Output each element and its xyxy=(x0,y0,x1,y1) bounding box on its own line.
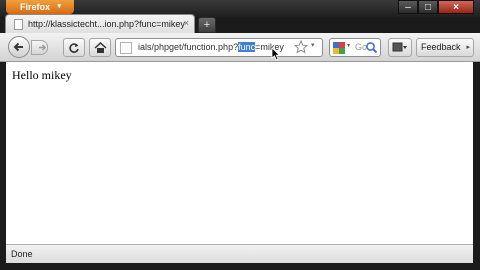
forward-button[interactable] xyxy=(31,40,48,55)
reload-icon xyxy=(69,42,79,53)
window-frame-right xyxy=(473,62,480,270)
url-prefix: ials/phpget/function.php? xyxy=(138,42,239,52)
reload-button[interactable] xyxy=(63,38,85,57)
firefox-menu-button[interactable]: Firefox ▾ xyxy=(6,0,74,14)
search-engine-dropdown-icon[interactable]: ▾ xyxy=(347,42,350,49)
close-window-button[interactable]: × xyxy=(438,0,474,14)
home-icon xyxy=(93,41,107,53)
back-arrow-icon xyxy=(13,42,23,52)
search-bar[interactable]: ▾ Go xyxy=(329,38,381,57)
page-content: Hello mikey xyxy=(6,62,473,244)
addon-icon xyxy=(392,42,407,52)
status-text: Done xyxy=(11,249,33,259)
mouse-cursor-icon xyxy=(271,47,281,61)
url-text: ials/phpget/function.php?func=mikey xyxy=(138,42,284,52)
tab-title: http://klassictecht...ion.php?func=mikey xyxy=(28,19,185,29)
page-favicon-icon xyxy=(14,19,23,30)
home-button[interactable] xyxy=(89,38,111,57)
search-icon[interactable] xyxy=(365,41,378,54)
feedback-label: Feedback xyxy=(421,42,461,52)
google-icon[interactable] xyxy=(333,42,345,54)
browser-window: Firefox ▾ – □ × http://klassictecht...io… xyxy=(0,0,480,270)
firefox-menu-label: Firefox xyxy=(20,2,51,12)
new-tab-button[interactable]: + xyxy=(198,17,216,33)
chevron-down-icon: ▾ xyxy=(57,3,61,10)
feedback-button[interactable]: Feedback ▸ xyxy=(416,38,474,57)
site-identity-icon[interactable] xyxy=(120,42,132,54)
window-frame-bottom xyxy=(0,263,480,270)
maximize-button[interactable]: □ xyxy=(418,0,438,14)
tab-active[interactable]: http://klassictecht...ion.php?func=mikey… xyxy=(5,14,195,34)
tab-close-button[interactable]: × xyxy=(184,18,189,28)
status-bar: Done xyxy=(6,244,473,263)
addon-button[interactable] xyxy=(388,38,412,57)
forward-arrow-icon xyxy=(39,44,47,51)
url-history-dropdown-icon[interactable]: ▾ xyxy=(311,41,315,49)
back-button[interactable] xyxy=(8,36,30,58)
page-body-text: Hello mikey xyxy=(12,68,72,82)
minimize-button[interactable]: – xyxy=(398,0,418,14)
window-controls: – □ × xyxy=(398,0,474,15)
bookmark-star-icon[interactable] xyxy=(294,39,308,55)
chevron-right-icon: ▸ xyxy=(466,44,470,51)
url-bar[interactable]: ials/phpget/function.php?func=mikey xyxy=(115,38,323,57)
url-selection: func xyxy=(238,42,256,52)
